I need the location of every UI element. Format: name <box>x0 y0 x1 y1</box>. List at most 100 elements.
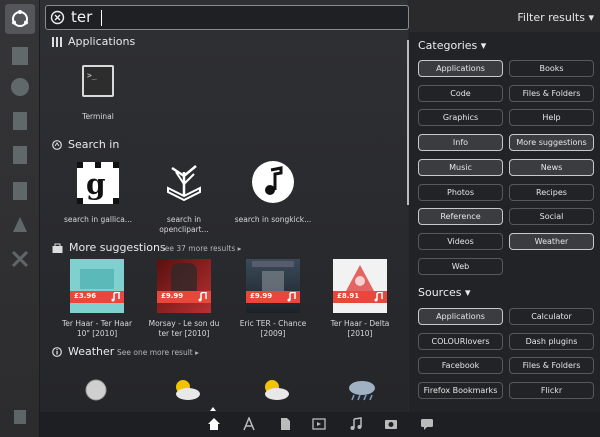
section-title: Weather <box>68 345 115 358</box>
file-cabinet-icon <box>12 47 28 65</box>
delta-triangle-icon <box>346 265 374 291</box>
filter-applications-button[interactable]: Applications <box>418 308 503 325</box>
lens-bar <box>40 407 600 437</box>
album-cover: £3.96 <box>70 259 124 313</box>
suggestion-item[interactable]: £9.99 Morsay - Le son du ter ter [2010] <box>144 259 224 343</box>
see-more-results-link[interactable]: See 37 more results ▸ <box>160 244 241 253</box>
presentation-icon <box>13 182 27 200</box>
result-label: Terminal <box>82 112 114 121</box>
filter-info-button[interactable]: Info <box>418 134 503 152</box>
music-note-icon <box>374 292 383 302</box>
software-center-icon <box>13 217 27 232</box>
filter-panel: Categories ▾ Applications Books Code Files … <box>409 32 600 412</box>
document-icon <box>13 112 27 130</box>
suggestion-item[interactable]: £8.91 Ter Haar - Delta [2010] <box>320 259 400 343</box>
video-icon[interactable] <box>312 417 326 431</box>
search-input[interactable]: ter <box>71 8 92 26</box>
filter-facebook-button[interactable]: Facebook <box>418 357 503 375</box>
result-label: Morsay - Le son du ter ter [2010] <box>148 319 220 338</box>
suggestion-item[interactable]: £9.99 Eric TER - Chance [2009] <box>233 259 313 343</box>
clear-search-icon[interactable] <box>50 10 65 25</box>
info-icon <box>52 346 62 357</box>
launcher-software[interactable] <box>5 210 35 240</box>
filter-videos-button[interactable]: Videos <box>418 232 503 250</box>
trash-icon <box>14 410 26 424</box>
see-more-weather-link[interactable]: See one more result ▸ <box>117 348 199 357</box>
launcher-trash[interactable] <box>5 401 35 431</box>
album-cover: £9.99 <box>246 259 300 313</box>
suggestion-item[interactable]: £3.96 Ter Haar - Ter Haar 10" [2010] <box>57 259 137 343</box>
music-note-icon <box>287 292 296 302</box>
filter-calculator-button[interactable]: Calculator <box>509 308 594 325</box>
social-icon[interactable] <box>420 417 434 431</box>
applications-section-icon <box>52 36 62 47</box>
launcher-settings[interactable] <box>5 244 35 274</box>
launcher-writer[interactable] <box>5 106 35 136</box>
music-note-icon <box>198 292 207 302</box>
result-gallica[interactable]: g search in gallica... <box>58 160 138 226</box>
filter-photos-button[interactable]: Photos <box>418 183 503 201</box>
spreadsheet-icon <box>13 146 27 164</box>
filter-firefox-bookmarks-button[interactable]: Firefox Bookmarks <box>418 382 503 400</box>
result-label: Eric TER - Chance [2009] <box>239 319 307 338</box>
launcher-files[interactable] <box>5 41 35 71</box>
launcher-impress[interactable] <box>5 176 35 206</box>
section-applications-header[interactable]: Applications <box>52 35 135 48</box>
filter-dash-plugins-button[interactable]: Dash plugins <box>509 332 594 350</box>
filter-flickr-button[interactable]: Flickr <box>509 382 594 400</box>
weather-partly-cloudy-icon[interactable] <box>259 376 291 402</box>
weather-moon-icon[interactable] <box>84 378 108 402</box>
chevron-down-icon: ▾ <box>588 11 594 24</box>
categories-header[interactable]: Categories ▾ <box>418 39 486 52</box>
see-more-label: See one more result <box>117 348 193 357</box>
home-icon[interactable] <box>207 417 221 431</box>
result-label: Ter Haar - Ter Haar 10" [2010] <box>61 319 133 338</box>
filter-applications-button[interactable]: Applications <box>418 60 503 77</box>
filter-books-button[interactable]: Books <box>509 60 594 77</box>
filter-news-button[interactable]: News <box>509 158 594 176</box>
section-title: More suggestions <box>69 241 166 254</box>
svg-text:g: g <box>86 168 106 201</box>
see-more-label: See 37 more results <box>160 244 236 253</box>
filter-music-button[interactable]: Music <box>418 158 503 176</box>
dash-results: Applications >_ Terminal Search in g sea… <box>40 0 408 412</box>
filter-results-toggle[interactable]: Filter results ▾ <box>517 11 594 24</box>
photos-icon[interactable] <box>384 417 398 431</box>
filter-colourlovers-button[interactable]: COLOURlovers <box>418 332 503 350</box>
section-weather-header[interactable]: Weather <box>52 345 114 358</box>
filter-code-button[interactable]: Code <box>418 84 503 102</box>
result-terminal[interactable]: >_ Terminal <box>58 62 138 124</box>
result-label: search in songkick... <box>234 215 312 224</box>
filter-files-folders-button[interactable]: Files & Folders <box>509 84 594 102</box>
filter-social-button[interactable]: Social <box>509 208 594 226</box>
launcher-calc[interactable] <box>5 140 35 170</box>
sources-header[interactable]: Sources ▾ <box>418 286 471 299</box>
applications-icon[interactable] <box>242 417 256 431</box>
files-icon[interactable] <box>278 417 292 431</box>
active-lens-indicator <box>210 407 216 411</box>
section-more-suggestions-header[interactable]: More suggestions <box>52 241 166 254</box>
result-label: Ter Haar - Delta [2010] <box>330 319 390 338</box>
music-icon[interactable] <box>349 417 363 431</box>
filter-recipes-button[interactable]: Recipes <box>509 183 594 201</box>
filter-more-suggestions-button[interactable]: More suggestions <box>509 134 594 152</box>
section-search-in-header[interactable]: Search in <box>52 138 119 151</box>
filter-results-label: Filter results <box>517 11 585 24</box>
dash-home-button[interactable] <box>5 4 35 34</box>
svg-text:>_: >_ <box>87 71 97 80</box>
filter-files-folders-button[interactable]: Files & Folders <box>509 357 594 375</box>
weather-rain-icon[interactable] <box>346 376 378 402</box>
launcher-browser[interactable] <box>5 72 35 102</box>
result-openclipart[interactable]: search in openclipart... <box>144 160 224 234</box>
tools-icon <box>11 250 29 268</box>
filter-graphics-button[interactable]: Graphics <box>418 109 503 127</box>
result-songkick[interactable]: search in songkick... <box>233 160 313 226</box>
filter-web-button[interactable]: Web <box>418 257 503 275</box>
browser-icon <box>11 78 29 96</box>
chevron-down-icon: ▾ <box>480 39 487 52</box>
weather-partly-cloudy-icon[interactable] <box>170 376 202 402</box>
filter-weather-button[interactable]: Weather <box>509 232 594 250</box>
search-box[interactable]: ter <box>45 5 409 30</box>
filter-reference-button[interactable]: Reference <box>418 208 503 226</box>
filter-help-button[interactable]: Help <box>509 109 594 127</box>
